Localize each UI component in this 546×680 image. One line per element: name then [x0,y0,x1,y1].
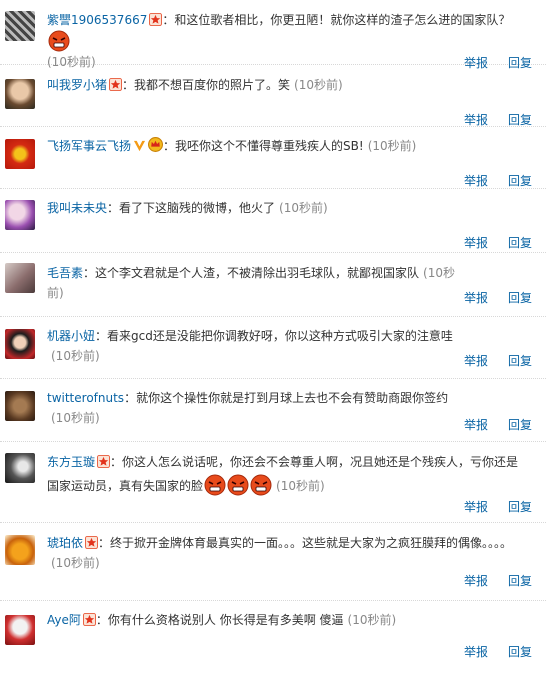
user-name[interactable]: 飞扬军事云飞扬 [47,139,131,153]
comment-item: 我叫未未央：看了下这脑残的微博，他火了 (10秒前) 举报 回复 [0,189,546,253]
comment-text: ：看来gcd还是没能把你调教好呀，你以这种方式吸引大家的注意哇 [95,329,453,343]
avatar[interactable] [5,11,35,41]
timestamp: (10秒前) [279,201,328,215]
report-link[interactable]: 举报 [464,500,488,514]
report-link[interactable]: 举报 [464,113,488,127]
comment-body: 机器小妞：看来gcd还是没能把你调教好呀，你以这种方式吸引大家的注意哇 (10秒前… [47,326,471,366]
comment-actions: 举报 回复 [444,112,532,128]
avatar[interactable] [5,139,35,169]
reply-link[interactable]: 回复 [508,418,532,432]
comment-item: 飞扬军事云飞扬 ：我呸你这个不懂得尊重残疾人的SB! (10秒前) 举报 回复 [0,127,546,189]
reply-link[interactable]: 回复 [508,291,532,305]
avatar[interactable] [5,453,35,483]
comment-item: 毛吾素：这个李文君就是个人渣，不被清除出羽毛球队，就鄙视国家队 (10秒前) 举报… [0,253,546,317]
avatar[interactable] [5,535,35,565]
star-badge-icon [149,13,163,26]
comment-text: ：看了下这脑残的微博，他火了 [107,201,276,215]
timestamp: (10秒前) [347,613,397,627]
report-link[interactable]: 举报 [464,236,488,250]
comment-body: 琥珀依 ：终于掀开金牌体育最真实的一面。。。这些就是大家为之疯狂膜拜的偶像。。。。… [47,533,518,573]
comment-actions: 举报 回复 [444,417,532,433]
comment-actions: 举报 回复 [444,235,532,251]
star-badge-icon [109,78,123,91]
user-name[interactable]: Aye阿 [47,613,81,627]
comment-actions: 举报 回复 [444,573,532,589]
comment-text: ：和这位歌者相比，你更丑陋！就你这样的渣子怎么进的国家队？ [162,13,511,27]
comment-actions: 举报 回复 [444,290,532,306]
user-name[interactable]: 紫譻1906537667 [47,13,147,27]
user-name[interactable]: twitterofnuts [47,391,124,405]
report-link[interactable]: 举报 [464,418,488,432]
comment-body: 东方玉璇 ：你这人怎么说话呢，你还会不会尊重人啊，况且她还是个残疾人，亏你还是国家… [47,451,528,498]
user-name[interactable]: 机器小妞 [47,329,95,343]
reply-link[interactable]: 回复 [508,113,532,127]
comment-text: ：就你这个操性你就是打到月球上去也不会有赞助商跟你签约 [124,391,449,405]
reply-link[interactable]: 回复 [508,500,532,514]
user-name[interactable]: 叫我罗小猪 [47,78,107,92]
angry-face-icon [227,474,249,496]
star-badge-icon [85,536,99,549]
reply-link[interactable]: 回复 [508,174,532,188]
v-badge-icon [133,140,146,152]
comment-text: ：你有什么资格说别人 你长得是有多美啊 傻逼 [95,613,344,627]
comment-body: 毛吾素：这个李文君就是个人渣，不被清除出羽毛球队，就鄙视国家队 (10秒前) [47,263,471,303]
reply-link[interactable]: 回复 [508,236,532,250]
avatar[interactable] [5,329,35,359]
comment-item: twitterofnuts：就你这个操性你就是打到月球上去也不会有赞助商跟你签约… [0,379,546,442]
angry-face-icon [204,474,226,496]
comment-item: 机器小妞：看来gcd还是没能把你调教好呀，你以这种方式吸引大家的注意哇 (10秒前… [0,317,546,379]
avatar[interactable] [5,391,35,421]
avatar[interactable] [5,79,35,109]
user-name[interactable]: 毛吾素 [47,266,83,280]
comment-text: ：我都不想百度你的照片了。笑 [122,78,291,92]
timestamp: (10秒前) [367,139,417,153]
user-name[interactable]: 琥珀依 [47,536,83,550]
comment-item: 紫譻1906537667 ：和这位歌者相比，你更丑陋！就你这样的渣子怎么进的国家队… [0,0,546,70]
comment-body: 叫我罗小猪 ：我都不想百度你的照片了。笑 (10秒前) [47,75,471,95]
reply-link[interactable]: 回复 [508,645,532,659]
comment-item: Aye阿 ：你有什么资格说别人 你长得是有多美啊 傻逼 (10秒前) 举报 回复 [0,601,546,666]
report-link[interactable]: 举报 [464,354,488,368]
comment-actions: 举报 回复 [444,499,532,515]
angry-face-icon [250,474,272,496]
comment-actions: 举报 回复 [444,353,532,369]
comment-body: Aye阿 ：你有什么资格说别人 你长得是有多美啊 傻逼 (10秒前) [47,610,471,630]
comment-text: ：我呸你这个不懂得尊重残疾人的SB! [163,139,364,153]
comment-item: 叫我罗小猪 ：我都不想百度你的照片了。笑 (10秒前) 举报 回复 [0,65,546,127]
comment-item: 东方玉璇 ：你这人怎么说话呢，你还会不会尊重人啊，况且她还是个残疾人，亏你还是国家… [0,442,546,523]
comment-body: 飞扬军事云飞扬 ：我呸你这个不懂得尊重残疾人的SB! (10秒前) [47,136,471,156]
report-link[interactable]: 举报 [464,645,488,659]
reply-link[interactable]: 回复 [508,354,532,368]
avatar[interactable] [5,200,35,230]
comment-actions: 举报 回复 [444,644,532,660]
timestamp: (10秒前) [294,78,343,92]
comment-body: 我叫未未央：看了下这脑残的微博，他火了 (10秒前) [47,198,471,218]
crown-badge-icon [148,137,164,152]
avatar[interactable] [5,263,35,293]
comment-text: ：这个李文君就是个人渣，不被清除出羽毛球队，就鄙视国家队 [83,266,420,280]
avatar[interactable] [5,615,35,645]
reply-link[interactable]: 回复 [508,574,532,588]
star-badge-icon [82,613,96,626]
report-link[interactable]: 举报 [464,574,488,588]
user-name[interactable]: 东方玉璇 [47,455,95,469]
timestamp: (10秒前) [51,411,100,425]
timestamp: (10秒前) [276,479,325,493]
comment-text: ：终于掀开金牌体育最真实的一面。。。这些就是大家为之疯狂膜拜的偶像。。。。 [98,536,513,550]
report-link[interactable]: 举报 [464,174,488,188]
user-name[interactable]: 我叫未未央 [47,201,107,215]
comment-item: 琥珀依 ：终于掀开金牌体育最真实的一面。。。这些就是大家为之疯狂膜拜的偶像。。。。… [0,523,546,601]
star-badge-icon [97,455,111,468]
comment-list: 紫譻1906537667 ：和这位歌者相比，你更丑陋！就你这样的渣子怎么进的国家队… [0,0,546,666]
comment-actions: 举报 回复 [444,173,532,189]
timestamp: (10秒前) [51,556,100,570]
angry-face-icon [48,30,70,52]
timestamp: (10秒前) [51,349,100,363]
report-link[interactable]: 举报 [464,291,488,305]
comment-body: twitterofnuts：就你这个操性你就是打到月球上去也不会有赞助商跟你签约… [47,388,471,428]
